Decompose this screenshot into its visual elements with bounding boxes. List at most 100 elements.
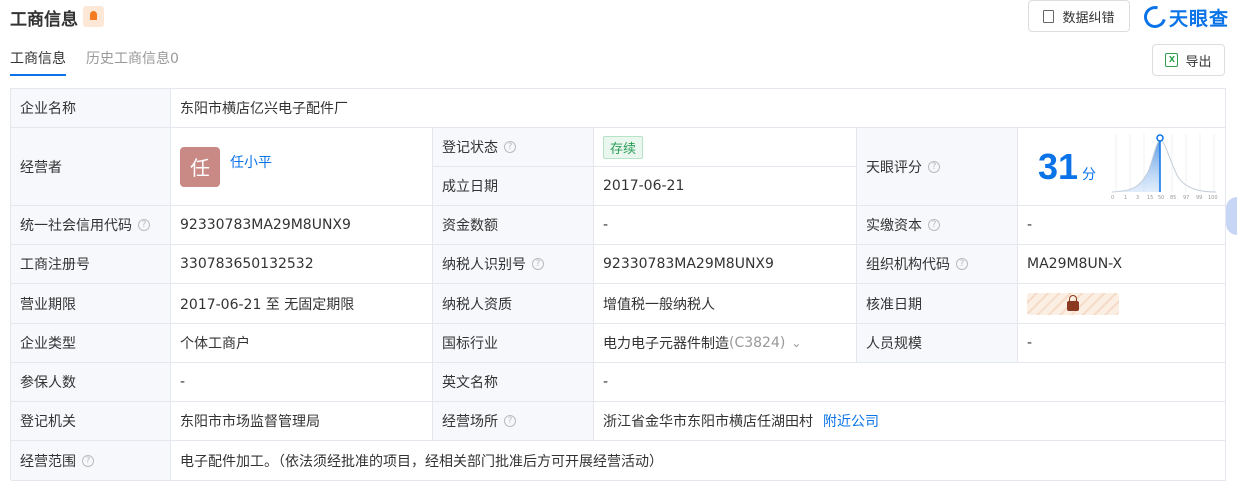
help-icon[interactable]: ? <box>532 258 544 270</box>
address-label-cell: 经营场所 ? <box>433 402 594 441</box>
authority-label: 登记机关 <box>11 402 171 441</box>
chevron-down-icon[interactable]: ⌄ <box>791 336 801 350</box>
company-name-value: 东阳市横店亿兴电子配件厂 <box>171 89 1226 128</box>
authority-value: 东阳市市场监督管理局 <box>171 402 433 441</box>
scope-label-cell: 经营范围 ? <box>11 441 171 481</box>
avatar[interactable]: 任 <box>180 146 220 187</box>
side-panel-handle[interactable] <box>1226 197 1237 235</box>
credit-code-value: 92330783MA29M8UNX9 <box>171 206 433 245</box>
approve-date-cell <box>1018 284 1226 324</box>
logo: 天眼查 <box>1139 1 1230 33</box>
help-icon[interactable]: ? <box>928 219 940 231</box>
staff-value: - <box>1018 324 1226 363</box>
score-tick: 50 <box>1158 195 1164 201</box>
taxpayer-id-label: 纳税人识别号 <box>442 257 526 273</box>
industry-cell[interactable]: 电力电子元器件制造 (C3824) ⌄ <box>594 324 857 363</box>
en-name-label: 英文名称 <box>433 363 594 402</box>
tab-business-info[interactable]: 工商信息 <box>10 48 66 76</box>
score-tick: 3 <box>1136 195 1139 201</box>
operator-cell: 任 任小平 <box>171 128 433 206</box>
taxpayer-qual-value: 增值税一般纳税人 <box>594 284 857 324</box>
data-correct-button[interactable]: 数据纠错 <box>1028 0 1130 32</box>
score-tick: 97 <box>1183 195 1189 201</box>
capital-value: - <box>594 206 857 245</box>
logo-icon <box>1139 1 1171 33</box>
term-label: 营业期限 <box>11 284 171 324</box>
status-label-cell: 登记状态 ? <box>433 128 594 167</box>
paid-capital-label: 实缴资本 <box>866 218 922 234</box>
lock-icon <box>1067 294 1079 311</box>
score-ticks: 0 1 3 15 50 85 97 99 100 <box>1111 195 1218 201</box>
org-code-label-cell: 组织机构代码 ? <box>857 245 1018 284</box>
data-correct-label: 数据纠错 <box>1062 10 1115 26</box>
industry-value: 电力电子元器件制造 <box>603 336 729 352</box>
tab-bar: 工商信息 历史工商信息0 <box>10 48 199 76</box>
score-distribution-chart: 0 1 3 15 50 85 97 99 100 <box>1111 133 1218 201</box>
industry-code: (C3824) <box>729 335 786 351</box>
operator-name-link[interactable]: 任小平 <box>230 152 272 172</box>
help-icon[interactable]: ? <box>82 454 94 467</box>
score-marker-dot <box>1156 133 1164 142</box>
score-tick: 85 <box>1170 195 1176 201</box>
help-icon[interactable]: ? <box>956 258 968 270</box>
taxpayer-id-label-cell: 纳税人识别号 ? <box>433 245 594 284</box>
address-cell: 浙江省金华市东阳市横店任湖田村 附近公司 <box>594 402 1226 441</box>
paid-capital-value: - <box>1018 206 1226 245</box>
score-tick: 100 <box>1208 195 1218 201</box>
reg-no-value: 330783650132532 <box>171 245 433 284</box>
address-label: 经营场所 <box>442 414 498 430</box>
scope-value: 电子配件加工。（依法须经批准的项目，经相关部门批准后方可开展经营活动） <box>171 441 1226 481</box>
org-code-value: MA29M8UN-X <box>1018 245 1226 284</box>
help-icon[interactable]: ? <box>504 141 516 153</box>
score-tick: 99 <box>1196 195 1202 201</box>
help-icon[interactable]: ? <box>138 219 150 231</box>
scope-label: 经营范围 <box>20 453 76 470</box>
score-unit: 分 <box>1082 166 1097 183</box>
document-icon <box>1043 9 1055 23</box>
help-icon[interactable]: ? <box>928 160 940 173</box>
term-value: 2017-06-21 至 无固定期限 <box>171 284 433 324</box>
paid-capital-label-cell: 实缴资本 ? <box>857 206 1018 245</box>
address-value: 浙江省金华市东阳市横店任湖田村 <box>603 414 813 430</box>
type-value: 个体工商户 <box>171 324 433 363</box>
export-button[interactable]: X 导出 <box>1152 44 1225 76</box>
excel-icon: X <box>1165 53 1179 67</box>
status-label: 登记状态 <box>442 140 498 156</box>
taxpayer-id-value: 92330783MA29M8UNX9 <box>594 245 857 284</box>
export-label: 导出 <box>1185 54 1212 70</box>
section-title: 工商信息 <box>10 10 78 30</box>
staff-label: 人员规模 <box>857 324 1018 363</box>
score-tick: 0 <box>1111 195 1114 201</box>
credit-code-label-cell: 统一社会信用代码 ? <box>11 206 171 245</box>
company-name-label: 企业名称 <box>11 89 171 128</box>
score-tick: 15 <box>1147 195 1153 201</box>
operator-label: 经营者 <box>11 128 171 206</box>
score-cell[interactable]: 31 分 0 1 3 15 50 85 97 99 100 <box>1018 128 1226 206</box>
insured-value: - <box>171 363 433 402</box>
org-code-label: 组织机构代码 <box>866 257 950 273</box>
section-header: 工商信息 数据纠错 天眼查 <box>0 0 1237 36</box>
score-label: 天眼评分 <box>866 159 922 176</box>
taxpayer-qual-label: 纳税人资质 <box>433 284 594 324</box>
help-icon[interactable]: ? <box>504 415 516 427</box>
approve-date-label: 核准日期 <box>857 284 1018 324</box>
tab-history-info[interactable]: 历史工商信息0 <box>86 48 179 76</box>
credit-code-label: 统一社会信用代码 <box>20 218 132 234</box>
logo-text: 天眼查 <box>1169 7 1230 30</box>
score-value: 31 <box>1038 145 1079 187</box>
found-date-value: 2017-06-21 <box>594 167 857 206</box>
locked-value[interactable] <box>1027 292 1119 315</box>
industry-label: 国标行业 <box>433 324 594 363</box>
capital-label: 资金数额 <box>433 206 594 245</box>
score-label-cell: 天眼评分 ? <box>857 128 1018 206</box>
status-badge: 存续 <box>603 135 644 159</box>
status-cell: 存续 <box>594 128 857 167</box>
score-area <box>1112 139 1161 192</box>
type-label: 企业类型 <box>11 324 171 363</box>
score-tick: 1 <box>1124 195 1127 201</box>
en-name-value: - <box>594 363 1226 402</box>
nearby-company-link[interactable]: 附近公司 <box>823 411 879 431</box>
info-table: 企业名称 东阳市横店亿兴电子配件厂 经营者 任 任小平 登记状态 ? 存续 成立… <box>10 88 1226 481</box>
reg-no-label: 工商注册号 <box>11 245 171 284</box>
bell-icon[interactable] <box>83 6 104 27</box>
